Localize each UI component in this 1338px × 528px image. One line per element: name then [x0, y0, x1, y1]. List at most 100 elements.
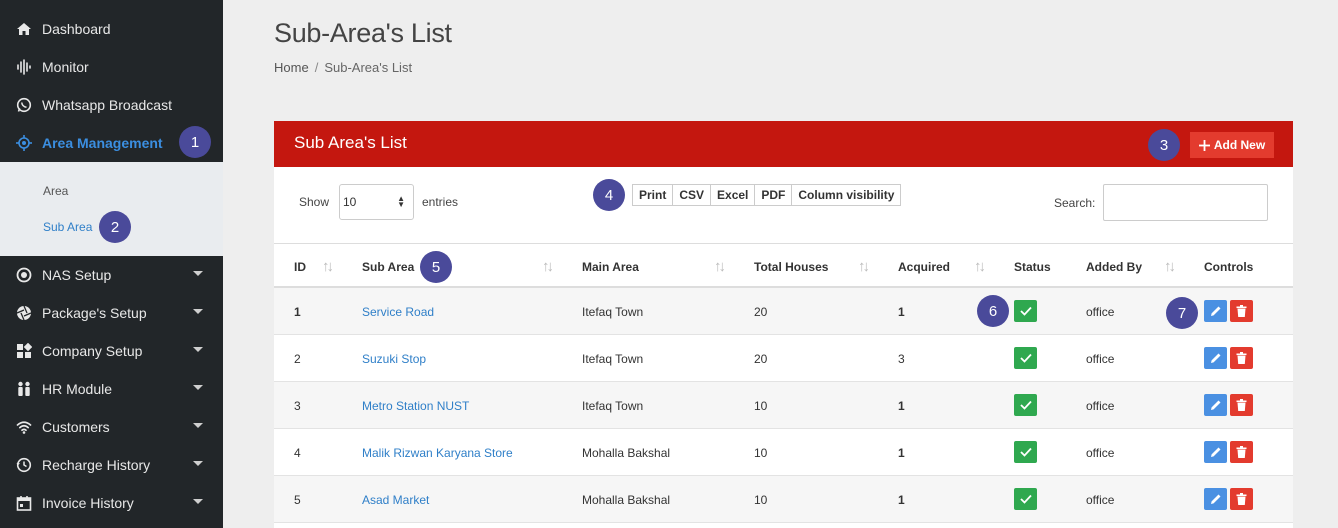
nav-invoice-history[interactable]: Invoice History	[0, 484, 223, 522]
edit-button[interactable]	[1204, 300, 1227, 322]
annotation-badge: 1	[179, 126, 211, 158]
nav-hr-module[interactable]: HR Module	[0, 370, 223, 408]
cell-sub-area[interactable]: Suzuki Stop	[362, 352, 426, 366]
nav-label: Whatsapp Broadcast	[42, 97, 172, 113]
nav-whatsapp-broadcast[interactable]: Whatsapp Broadcast	[0, 86, 223, 124]
cell-sub-area[interactable]: Service Road	[362, 305, 434, 319]
delete-button[interactable]	[1230, 394, 1253, 416]
table-row: 4 Malik Rizwan Karyana Store Mohalla Bak…	[274, 429, 1293, 476]
csv-button[interactable]: CSV	[673, 185, 712, 205]
trash-icon	[1236, 352, 1247, 364]
sort-icon[interactable]: ↑↓	[322, 258, 334, 275]
waveform-icon	[15, 58, 33, 76]
column-visibility-button[interactable]: Column visibility	[792, 185, 901, 205]
cell-acquired: 1	[898, 399, 905, 413]
page-length-select[interactable]: 10 ▲ ▼	[339, 184, 414, 220]
table-row: 2 Suzuki Stop Itefaq Town 20 3 office	[274, 335, 1293, 382]
chevron-down-icon	[193, 461, 203, 466]
submenu-sub-area[interactable]: Sub Area	[43, 220, 92, 234]
cell-sub-area[interactable]: Malik Rizwan Karyana Store	[362, 446, 513, 460]
nav-label: Monitor	[42, 59, 89, 75]
search-input[interactable]	[1103, 184, 1268, 221]
cell-added-by: office	[1086, 352, 1115, 366]
column-header-total-houses[interactable]: Total Houses	[754, 260, 828, 274]
pdf-button[interactable]: PDF	[755, 185, 793, 205]
nav-dashboard[interactable]: Dashboard	[0, 10, 223, 48]
sort-icon[interactable]: ↑↓	[974, 258, 986, 275]
cell-added-by: office	[1086, 305, 1115, 319]
cell-total-houses: 20	[754, 352, 768, 366]
nav-monitor[interactable]: Monitor	[0, 48, 223, 86]
recharge-icon	[15, 456, 33, 474]
status-active-icon[interactable]	[1014, 347, 1037, 369]
sort-icon[interactable]: ↑↓	[858, 258, 870, 275]
chevron-down-icon	[193, 347, 203, 352]
column-header-acquired[interactable]: Acquired	[898, 260, 950, 274]
table-row: 5 Asad Market Mohalla Bakshal 10 1 offic…	[274, 476, 1293, 523]
add-new-button[interactable]: Add New	[1190, 132, 1274, 158]
status-active-icon[interactable]	[1014, 441, 1037, 463]
column-header-status[interactable]: Status	[1014, 260, 1051, 274]
cell-added-by: office	[1086, 493, 1115, 507]
edit-button[interactable]	[1204, 488, 1227, 510]
circle-dot-icon	[15, 266, 33, 284]
sort-icon[interactable]: ↑↓	[1164, 258, 1176, 275]
cell-id: 4	[294, 446, 301, 460]
plus-icon	[1198, 139, 1210, 151]
nav-customers[interactable]: Customers	[0, 408, 223, 446]
cell-sub-area[interactable]: Asad Market	[362, 493, 429, 507]
trash-icon	[1236, 399, 1247, 411]
excel-button[interactable]: Excel	[711, 185, 756, 205]
edit-button[interactable]	[1204, 441, 1227, 463]
nav-label: Company Setup	[42, 343, 143, 359]
annotation-badge: 7	[1166, 297, 1198, 329]
column-header-added-by[interactable]: Added By	[1086, 260, 1142, 274]
wifi-icon	[15, 418, 33, 436]
delete-button[interactable]	[1230, 300, 1253, 322]
nav-label: Package's Setup	[42, 305, 147, 321]
nav-company-setup[interactable]: Company Setup	[0, 332, 223, 370]
table-row: 3 Metro Station NUST Itefaq Town 10 1 of…	[274, 382, 1293, 429]
chevron-down-icon	[193, 499, 203, 504]
annotation-badge: 2	[99, 211, 131, 243]
breadcrumb-current: Sub-Area's List	[324, 60, 413, 75]
cell-sub-area[interactable]: Metro Station NUST	[362, 399, 469, 413]
sort-icon[interactable]: ↑↓	[542, 258, 554, 275]
card-title: Sub Area's List	[294, 133, 407, 152]
nav-nas-setup[interactable]: NAS Setup	[0, 256, 223, 294]
column-header-id[interactable]: ID	[294, 260, 306, 274]
breadcrumb-home[interactable]: Home	[274, 60, 309, 75]
cell-main-area: Itefaq Town	[582, 352, 644, 366]
delete-button[interactable]	[1230, 347, 1253, 369]
show-label: Show	[299, 195, 330, 209]
chevron-down-icon	[193, 423, 203, 428]
nav-packages-setup[interactable]: Package's Setup	[0, 294, 223, 332]
nav-recharge-history[interactable]: Recharge History	[0, 446, 223, 484]
cell-acquired: 1	[898, 446, 905, 460]
table-row: 1 Service Road Itefaq Town 20 1 office	[274, 288, 1293, 335]
status-active-icon[interactable]	[1014, 394, 1037, 416]
trash-icon	[1236, 446, 1247, 458]
submenu-area[interactable]: Area	[43, 184, 68, 198]
column-header-main-area[interactable]: Main Area	[582, 260, 639, 274]
column-header-controls: Controls	[1204, 260, 1254, 274]
whatsapp-icon	[15, 96, 33, 114]
sort-icon[interactable]: ↑↓	[714, 258, 726, 275]
status-active-icon[interactable]	[1014, 488, 1037, 510]
nav-label: Dashboard	[42, 21, 111, 37]
delete-button[interactable]	[1230, 441, 1253, 463]
status-active-icon[interactable]	[1014, 300, 1037, 322]
breadcrumb: Home / Sub-Area's List	[274, 60, 412, 75]
nav-label: Customers	[42, 419, 110, 435]
print-button[interactable]: Print	[633, 185, 674, 205]
grid-icon	[15, 342, 33, 360]
search-label: Search:	[1054, 196, 1096, 210]
pencil-icon	[1210, 447, 1220, 457]
cell-main-area: Itefaq Town	[582, 399, 644, 413]
select-arrows-icon: ▲ ▼	[397, 194, 405, 209]
delete-button[interactable]	[1230, 488, 1253, 510]
column-header-sub-area[interactable]: Sub Area	[362, 260, 414, 274]
edit-button[interactable]	[1204, 394, 1227, 416]
edit-button[interactable]	[1204, 347, 1227, 369]
pencil-icon	[1210, 400, 1220, 410]
